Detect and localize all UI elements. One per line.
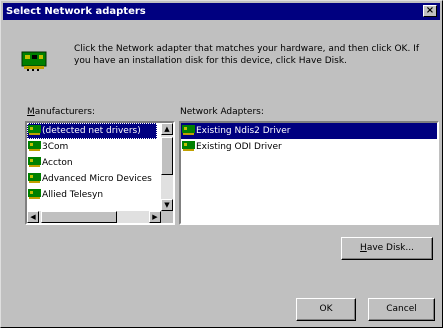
scroll-right-button[interactable]: ▶ [149, 211, 161, 223]
manufacturers-list[interactable]: (detected net drivers) 3Com Accton Advan… [25, 121, 175, 225]
arrow-left-icon: ◀ [30, 213, 36, 221]
have-disk-accel: H [360, 243, 367, 253]
vertical-scrollbar[interactable]: ▲ ▼ [161, 123, 173, 211]
list-item-label: (detected net drivers) [42, 126, 141, 136]
network-card-icon [28, 124, 41, 135]
scroll-down-button[interactable]: ▼ [161, 199, 173, 211]
manufacturers-label: Manufacturers: [27, 107, 95, 117]
network-card-icon [182, 124, 195, 135]
list-item-label: Allied Telesyn [42, 190, 104, 200]
manufacturers-label-accel: M [27, 107, 35, 117]
network-card-icon [28, 188, 41, 199]
arrow-down-icon: ▼ [164, 201, 170, 209]
list-item[interactable]: Accton [27, 155, 73, 171]
network-adapters-list[interactable]: Existing Ndis2 Driver Existing ODI Drive… [179, 121, 439, 225]
network-card-icon [182, 140, 195, 151]
list-item-label: Existing ODI Driver [196, 142, 282, 152]
network-card-icon [28, 140, 41, 151]
manufacturers-label-rest: anufacturers: [34, 107, 96, 117]
close-icon: × [425, 5, 435, 16]
scrollbar-corner [161, 211, 173, 223]
list-item[interactable]: Existing Ndis2 Driver [181, 123, 437, 139]
list-item-label: Accton [42, 158, 73, 168]
list-item-label: Advanced Micro Devices [42, 174, 152, 184]
ok-button[interactable]: OK [296, 298, 356, 321]
horizontal-scroll-thumb[interactable] [41, 211, 117, 223]
have-disk-button[interactable]: Have Disk... [341, 237, 433, 260]
close-button[interactable]: × [423, 5, 437, 17]
horizontal-scrollbar[interactable]: ◀ ▶ [27, 211, 161, 223]
list-item[interactable]: 3Com [27, 139, 68, 155]
cancel-button[interactable]: Cancel [368, 298, 435, 321]
list-item[interactable]: Existing ODI Driver [181, 139, 282, 155]
list-item[interactable]: Advanced Micro Devices [27, 171, 152, 187]
arrow-up-icon: ▲ [164, 125, 170, 133]
have-disk-label: ave Disk... [366, 243, 414, 253]
list-item[interactable]: Allied Telesyn [27, 187, 103, 203]
network-adapters-label: Network Adapters: [180, 107, 264, 117]
network-card-icon [28, 172, 41, 183]
list-item-label: 3Com [42, 142, 69, 152]
vertical-scroll-thumb[interactable] [161, 137, 173, 175]
scroll-up-button[interactable]: ▲ [161, 123, 173, 135]
scroll-left-button[interactable]: ◀ [27, 211, 39, 223]
window-title: Select Network adapters [6, 6, 146, 17]
network-card-icon [28, 156, 41, 167]
network-card-icon [21, 51, 47, 71]
select-network-adapters-dialog: Select Network adapters × Click the Netw… [0, 0, 443, 328]
list-item[interactable]: (detected net drivers) [27, 123, 157, 139]
instruction-text: Click the Network adapter that matches y… [74, 44, 419, 66]
list-item-label: Existing Ndis2 Driver [196, 126, 291, 136]
title-bar[interactable]: Select Network adapters × [3, 3, 440, 20]
arrow-right-icon: ▶ [152, 213, 158, 221]
